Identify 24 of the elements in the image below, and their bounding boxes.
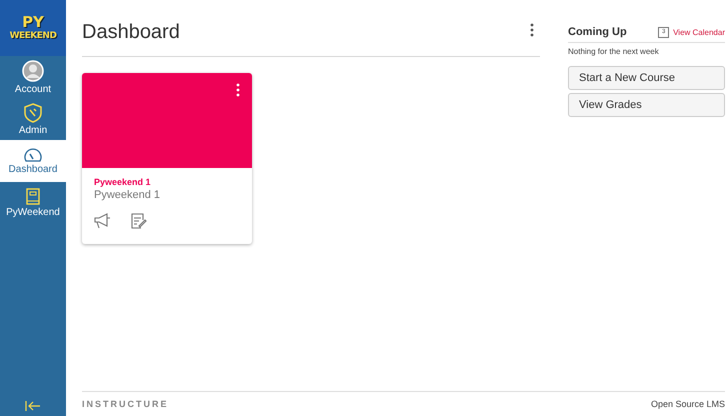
megaphone-icon[interactable] [94, 213, 111, 229]
gauge-icon [23, 148, 43, 162]
sidebar-button[interactable]: Start a New Course [568, 66, 725, 90]
more-icon[interactable] [530, 22, 534, 36]
more-icon[interactable] [236, 83, 240, 97]
course-card[interactable]: Pyweekend 1 Pyweekend 1 [82, 73, 252, 244]
empty-message: Nothing for the next week [568, 47, 660, 56]
footer-brand[interactable]: INSTRUCTURE [82, 399, 168, 409]
section-title: Coming Up [568, 26, 627, 38]
collapse-icon[interactable] [25, 400, 41, 412]
nav-item[interactable]: Admin [0, 98, 66, 140]
footer-note[interactable]: Open Source LMS [650, 399, 725, 409]
nav-item[interactable]: Dashboard [0, 140, 66, 182]
book-icon [26, 188, 40, 205]
shield-icon [24, 102, 42, 122]
nav-item[interactable]: PyWeekend [0, 182, 66, 224]
assignment-icon[interactable] [131, 213, 147, 229]
page-title: Dashboard [82, 20, 180, 44]
avatar-icon [22, 60, 44, 82]
course-name[interactable]: Pyweekend 1 [94, 177, 240, 187]
logo[interactable]: PY WEEKEND [0, 0, 66, 56]
course-subtitle: Pyweekend 1 [94, 189, 162, 201]
sidebar-button[interactable]: View Grades [568, 93, 725, 117]
nav-item[interactable]: Account [0, 56, 66, 98]
